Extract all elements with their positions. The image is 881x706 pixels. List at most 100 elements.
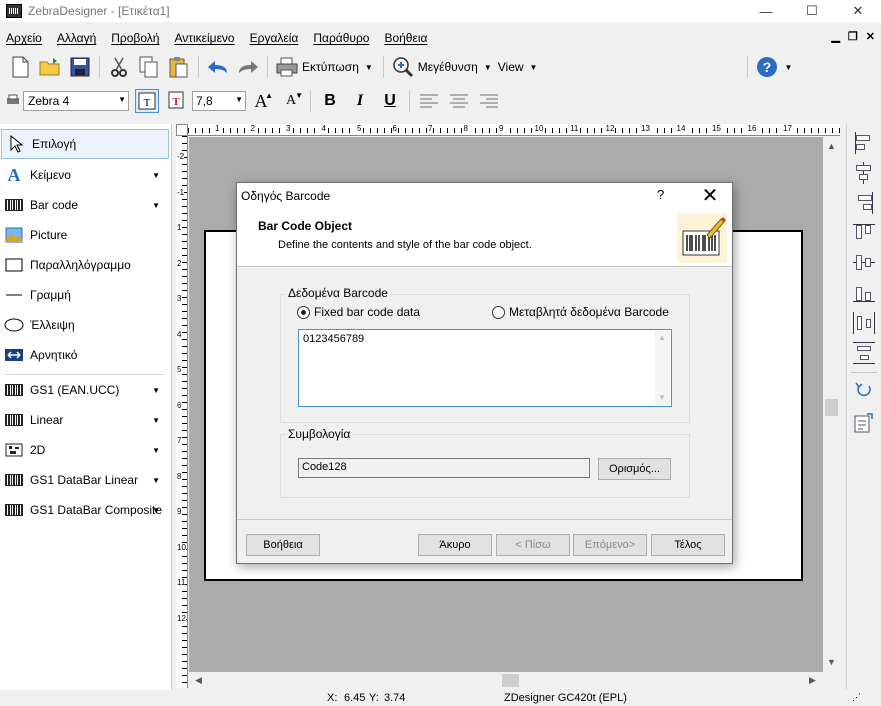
menu-view[interactable]: Προβολή: [111, 31, 159, 45]
align-left-edges-icon[interactable]: [853, 132, 875, 154]
chevron-down-icon: ▼: [235, 95, 243, 104]
menu-window[interactable]: Παράθυρο: [313, 31, 369, 45]
palette-item-select[interactable]: Επιλογή: [1, 129, 169, 159]
back-button[interactable]: < Πίσω: [496, 534, 570, 556]
mdi-close-icon[interactable]: ✕: [866, 30, 875, 43]
mdi-minimize-icon[interactable]: ▁: [831, 30, 839, 43]
close-button[interactable]: ✕: [835, 0, 881, 22]
scroll-down-icon[interactable]: ▼: [827, 657, 836, 667]
print-icon[interactable]: [275, 55, 299, 79]
menu-edit[interactable]: Αλλαγή: [57, 31, 96, 45]
palette-label: GS1 DataBar Composite: [30, 503, 163, 517]
chevron-down-icon: ▼: [152, 505, 160, 515]
align-right-icon[interactable]: [477, 89, 501, 113]
dialog-help-button[interactable]: ?: [657, 187, 664, 202]
font-size-value: 7,8: [196, 94, 213, 108]
menu-help[interactable]: Βοήθεια: [384, 31, 427, 45]
define-symbology-button[interactable]: Ορισμός...: [598, 458, 671, 480]
scroll-down-icon[interactable]: ▼: [658, 393, 666, 402]
maximize-button[interactable]: ☐: [789, 0, 835, 22]
palette-item-linear[interactable]: Linear ▼: [0, 405, 168, 435]
distribute-horizontally-icon[interactable]: [853, 312, 875, 334]
printer-font-toggle-icon[interactable]: T: [135, 89, 159, 113]
ruler-number: 13: [640, 124, 651, 134]
rotate-icon[interactable]: [853, 378, 875, 400]
undo-icon[interactable]: [206, 55, 230, 79]
scroll-right-icon[interactable]: ▶: [809, 675, 816, 686]
palette-item-2d[interactable]: 2D ▼: [0, 435, 168, 465]
variable-data-radio[interactable]: Μεταβλητά δεδομένα Barcode: [492, 305, 669, 319]
align-bottom-edges-icon[interactable]: [853, 282, 875, 304]
mdi-restore-icon[interactable]: ❐: [848, 30, 858, 43]
palette-item-gs1-databar-composite[interactable]: GS1 DataBar Composite ▼: [0, 495, 168, 525]
redo-icon[interactable]: [236, 55, 260, 79]
align-top-edges-icon[interactable]: [853, 222, 875, 244]
cancel-button[interactable]: Άκυρο: [418, 534, 492, 556]
save-icon[interactable]: [68, 55, 92, 79]
zoom-label[interactable]: Μεγέθυνση: [418, 60, 478, 74]
font-size-select[interactable]: 7,8 ▼: [192, 91, 246, 111]
fixed-data-radio[interactable]: Fixed bar code data: [297, 305, 420, 319]
scroll-left-icon[interactable]: ◀: [195, 675, 202, 686]
align-left-icon[interactable]: [417, 89, 441, 113]
menu-object[interactable]: Αντικείμενο: [174, 31, 234, 45]
resize-grip-icon[interactable]: ⋰: [852, 692, 861, 703]
palette-item-ellipse[interactable]: Έλλειψη: [0, 310, 168, 340]
align-vertical-centers-icon[interactable]: [853, 252, 875, 274]
dialog-help-btn[interactable]: Βοήθεια: [246, 534, 320, 556]
help-icon[interactable]: ?: [755, 55, 779, 79]
horizontal-scrollbar[interactable]: ◀ ▶: [189, 672, 823, 689]
view-dropdown-icon[interactable]: ▼: [530, 63, 538, 72]
align-horizontal-centers-icon[interactable]: [853, 162, 875, 184]
palette-item-line[interactable]: Γραμμή: [0, 280, 168, 310]
help-dropdown-icon[interactable]: ▼: [784, 63, 792, 72]
palette-label: Picture: [30, 228, 68, 242]
new-file-icon[interactable]: [8, 55, 32, 79]
palette-label: Bar code: [30, 198, 79, 212]
truetype-font-toggle-icon[interactable]: T: [165, 89, 189, 113]
palette-item-text[interactable]: A Κείμενο ▼: [0, 160, 168, 190]
menu-tools[interactable]: Εργαλεία: [250, 31, 299, 45]
barcode-data-textarea[interactable]: 0123456789 ▲ ▼: [298, 329, 672, 407]
align-right-edges-icon[interactable]: [853, 192, 875, 214]
barcode-icon: [4, 472, 24, 488]
zoom-dropdown-icon[interactable]: ▼: [484, 63, 492, 72]
finish-button[interactable]: Τέλος: [651, 534, 725, 556]
minimize-button[interactable]: —: [743, 0, 789, 22]
y-coordinate-label: Y:: [369, 692, 379, 704]
increase-font-icon[interactable]: A ▲: [249, 89, 274, 113]
textarea-scrollbar[interactable]: ▲ ▼: [655, 331, 670, 405]
bold-icon[interactable]: B: [318, 89, 342, 113]
print-dropdown-icon[interactable]: ▼: [365, 63, 373, 72]
vertical-scrollbar[interactable]: ▲ ▼: [823, 137, 840, 672]
zoom-icon[interactable]: [391, 55, 415, 79]
palette-item-barcode[interactable]: Bar code ▼: [0, 190, 168, 220]
symbology-field: Code128: [298, 458, 590, 478]
print-label[interactable]: Εκτύπωση: [302, 60, 359, 74]
decrease-font-icon[interactable]: A ▼: [279, 89, 303, 113]
italic-icon[interactable]: I: [348, 89, 372, 113]
printer-select[interactable]: Zebra 4 ▼: [23, 91, 129, 111]
scroll-up-icon[interactable]: ▲: [827, 141, 836, 151]
next-button[interactable]: Επόμενο>: [573, 534, 647, 556]
horizontal-scroll-thumb[interactable]: [502, 674, 519, 687]
open-folder-icon[interactable]: [38, 55, 62, 79]
object-properties-icon[interactable]: [853, 412, 875, 434]
dialog-close-button[interactable]: ✕: [695, 183, 725, 207]
vertical-scroll-thumb[interactable]: [825, 399, 838, 416]
align-center-icon[interactable]: [447, 89, 471, 113]
palette-item-picture[interactable]: Picture: [0, 220, 168, 250]
paste-icon[interactable]: [167, 55, 191, 79]
cut-icon[interactable]: [107, 55, 131, 79]
scroll-up-icon[interactable]: ▲: [658, 333, 666, 342]
underline-icon[interactable]: U: [378, 89, 402, 113]
view-label[interactable]: View: [498, 60, 524, 74]
barcode-wizard-icon: [677, 213, 727, 263]
palette-item-rectangle[interactable]: Παραλληλόγραμμο: [0, 250, 168, 280]
palette-item-inverse[interactable]: Αρνητικό: [0, 340, 168, 370]
palette-item-gs1-ean-ucc[interactable]: GS1 (EAN.UCC) ▼: [0, 375, 168, 405]
copy-icon[interactable]: [137, 55, 161, 79]
menu-file[interactable]: Αρχείο: [6, 31, 42, 45]
distribute-vertically-icon[interactable]: [853, 342, 875, 364]
palette-item-gs1-databar-linear[interactable]: GS1 DataBar Linear ▼: [0, 465, 168, 495]
